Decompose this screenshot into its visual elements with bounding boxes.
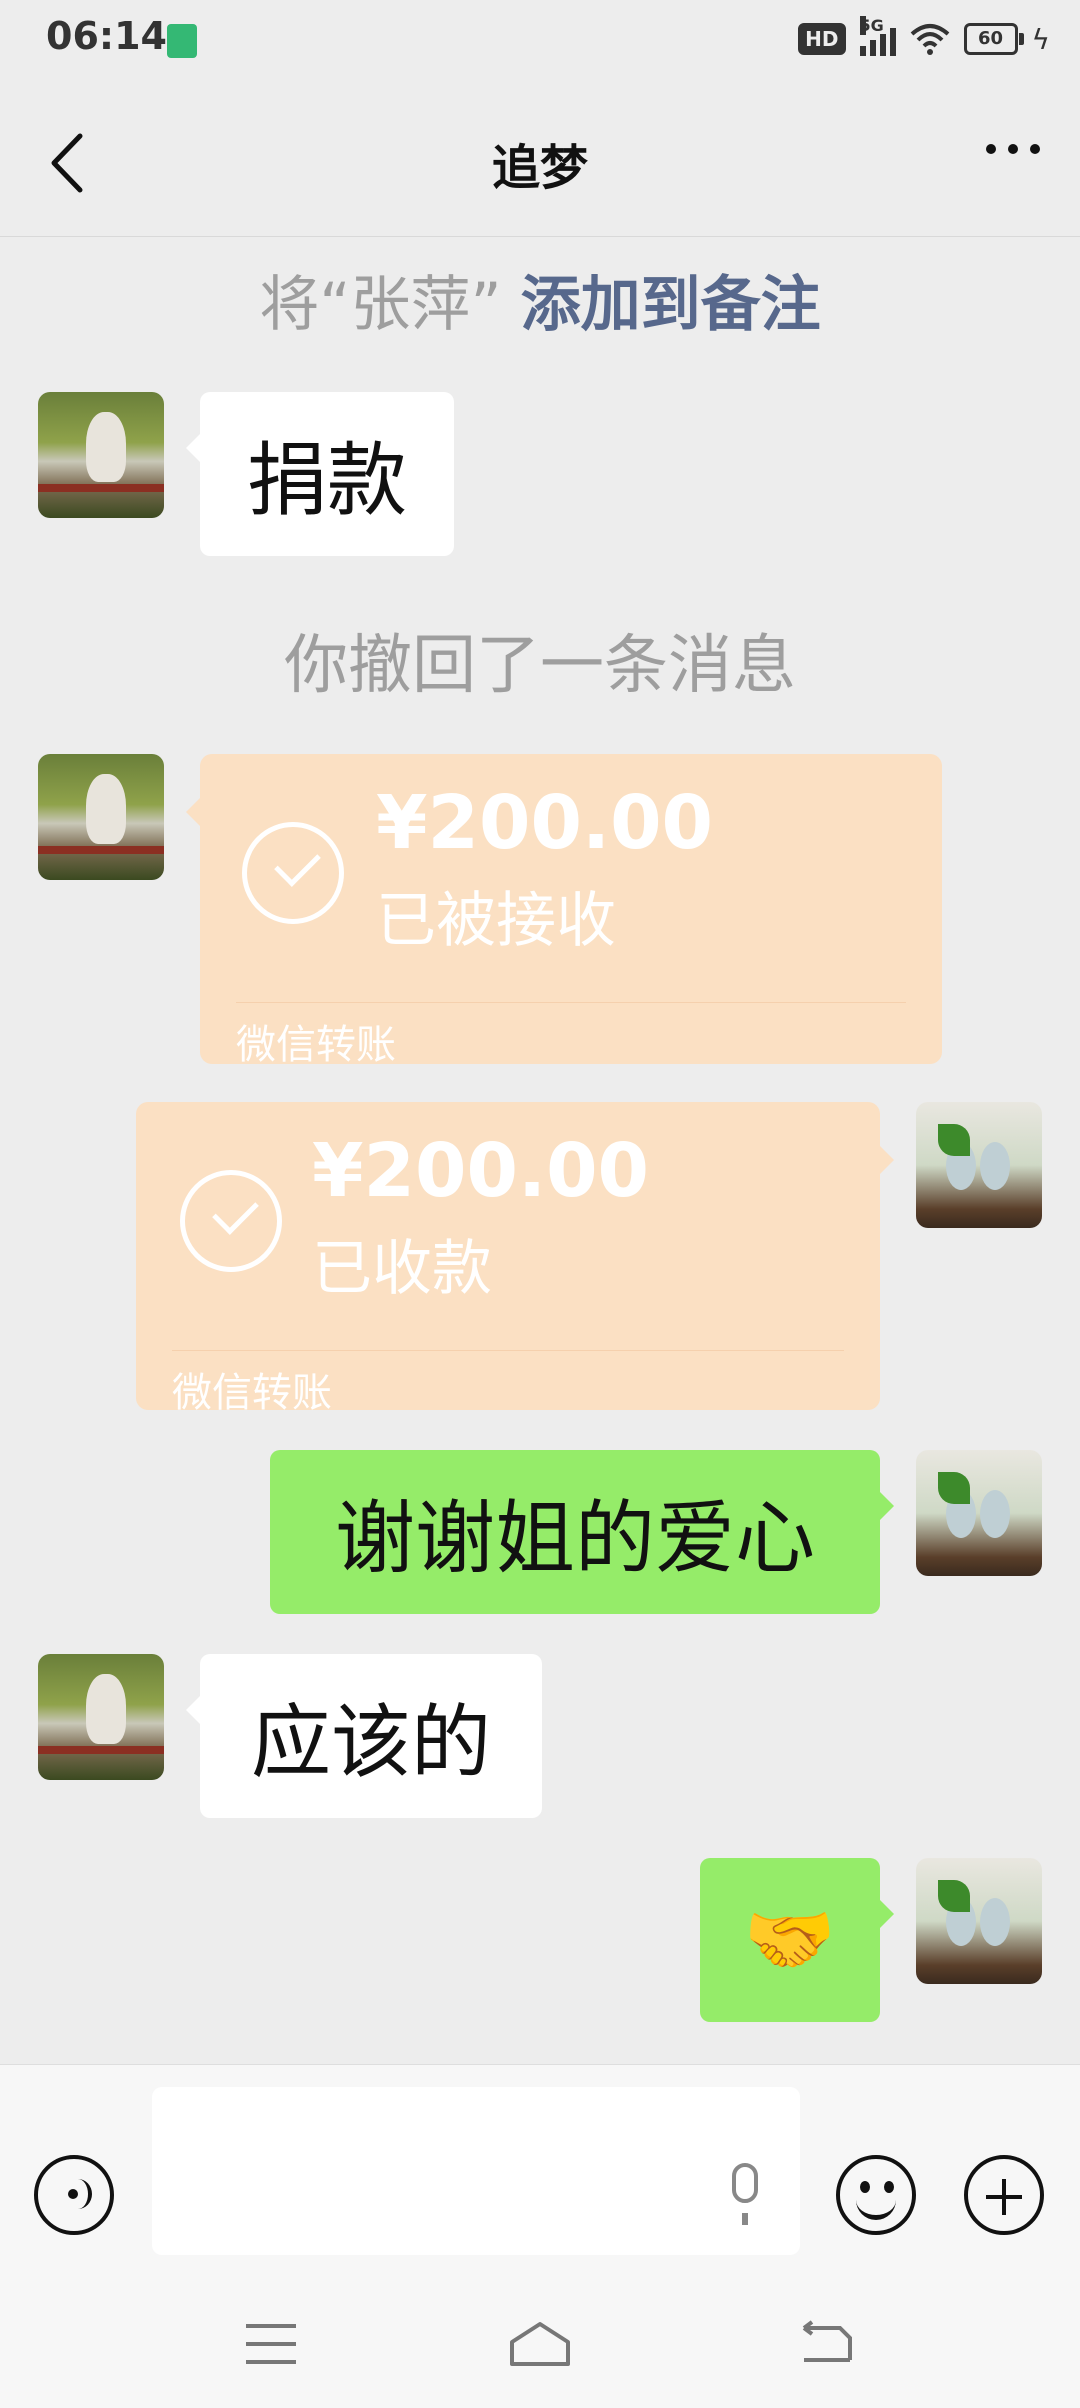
battery-icon: 60 xyxy=(963,23,1024,55)
message-input-bar xyxy=(0,2064,1080,2285)
system-navigation-bar xyxy=(0,2284,1080,2408)
check-circle-icon xyxy=(180,1170,282,1272)
my-avatar[interactable] xyxy=(916,1450,1042,1576)
message-text: 谢谢姐的爱心 xyxy=(335,1492,815,1585)
received-message-bubble[interactable]: 捐款 xyxy=(186,392,454,556)
status-time: 06:14 xyxy=(46,14,167,58)
more-actions-button[interactable] xyxy=(964,2155,1044,2235)
home-icon[interactable] xyxy=(508,2320,572,2368)
message-input[interactable] xyxy=(152,2087,800,2255)
status-indicators: HD 5G 60 ϟ xyxy=(798,16,1050,56)
remark-notice: 将“张萍” 添加到备注 xyxy=(0,256,1080,343)
network-type-label: 5G xyxy=(859,16,884,35)
transfer-amount: ¥200.00 xyxy=(312,1128,650,1214)
microphone-icon[interactable] xyxy=(732,2163,758,2225)
recall-notice: 你撤回了一条消息 xyxy=(284,629,796,703)
add-remark-link[interactable]: 添加到备注 xyxy=(521,270,821,340)
handshake-emoji: 🤝 xyxy=(743,1896,837,1983)
remark-notice-text: 将“张萍” xyxy=(259,270,502,340)
transfer-card-received[interactable]: ¥200.00 已被接收 微信转账 xyxy=(186,754,942,1068)
transfer-footer: 微信转账 xyxy=(172,1370,332,1416)
emoji-button[interactable] xyxy=(836,2155,916,2235)
menu-icon[interactable] xyxy=(246,2324,296,2364)
voice-mode-button[interactable] xyxy=(34,2155,114,2235)
transfer-card-sent[interactable]: ¥200.00 已收款 微信转账 xyxy=(136,1102,894,1416)
transfer-amount: ¥200.00 xyxy=(376,780,714,866)
hd-icon: HD xyxy=(798,23,846,55)
sent-emoji-bubble[interactable]: 🤝 xyxy=(700,1858,894,2022)
message-text: 捐款 xyxy=(247,434,407,527)
chat-header: 追梦 xyxy=(0,84,1080,237)
contact-avatar[interactable] xyxy=(38,754,164,880)
charging-icon: ϟ xyxy=(1031,22,1050,56)
my-avatar[interactable] xyxy=(916,1858,1042,1984)
more-options-icon[interactable] xyxy=(986,144,1040,154)
my-avatar[interactable] xyxy=(916,1102,1042,1228)
transfer-status: 已被接收 xyxy=(376,886,616,956)
sent-message-bubble[interactable]: 谢谢姐的爱心 xyxy=(270,1450,894,1614)
cellular-signal-icon: 5G xyxy=(859,16,896,56)
received-message-bubble[interactable]: 应该的 xyxy=(186,1654,542,1818)
message-text: 应该的 xyxy=(251,1696,491,1789)
wifi-icon xyxy=(910,24,949,55)
contact-avatar[interactable] xyxy=(38,392,164,518)
divider xyxy=(236,1002,906,1003)
back-nav-icon[interactable] xyxy=(800,2320,854,2368)
transfer-status: 已收款 xyxy=(312,1234,492,1304)
chat-title: 追梦 xyxy=(491,140,588,196)
notification-app-icon xyxy=(167,24,197,58)
contact-avatar[interactable] xyxy=(38,1654,164,1780)
transfer-footer: 微信转账 xyxy=(236,1022,396,1068)
divider xyxy=(172,1350,844,1351)
status-bar: 06:14 HD 5G 60 ϟ xyxy=(0,0,1080,84)
check-circle-icon xyxy=(242,822,344,924)
